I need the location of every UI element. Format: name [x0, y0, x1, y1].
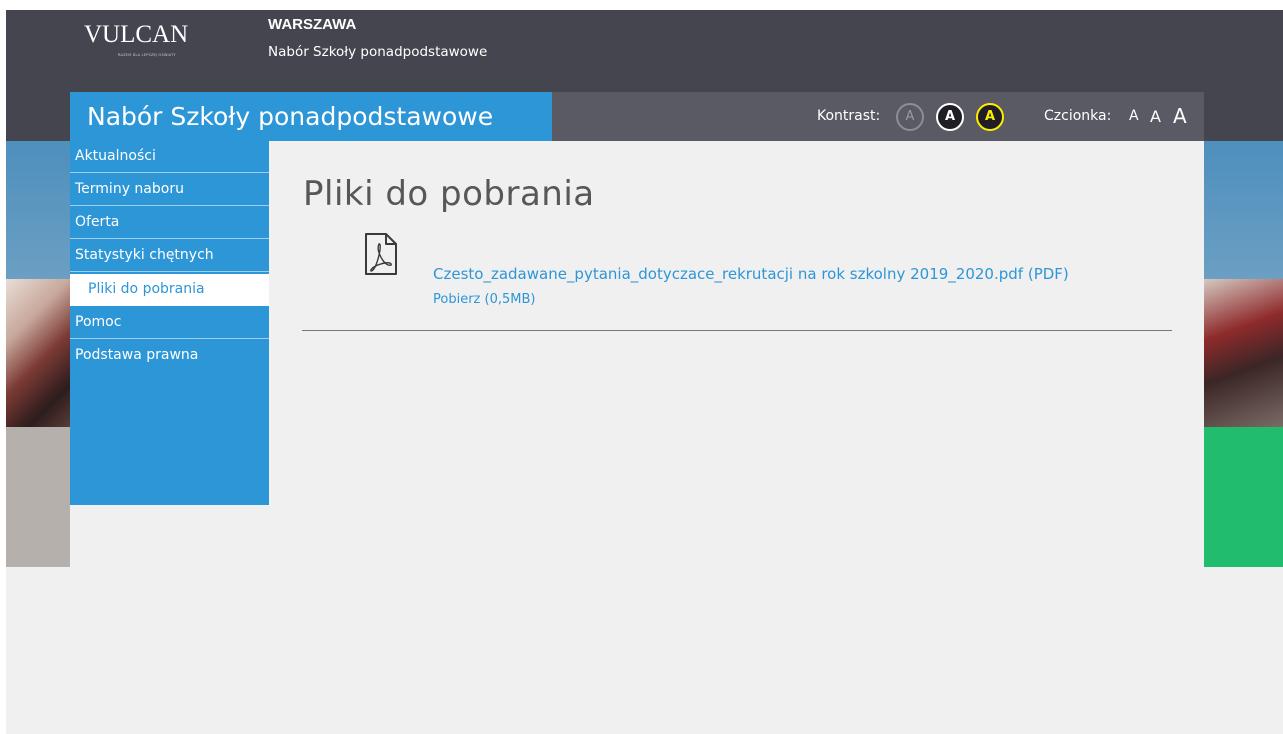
banner-block-left [6, 427, 70, 567]
download-size-link[interactable]: Pobierz (0,5MB) [433, 291, 535, 309]
contrast-white-button[interactable]: A [936, 103, 964, 131]
banner-photo-right [1204, 279, 1283, 427]
contrast-default-button[interactable]: A [896, 103, 924, 131]
font-medium-button[interactable]: A [1150, 92, 1161, 141]
side-navigation: Aktualności Terminy naboru Oferta Statys… [70, 141, 269, 505]
contrast-label: Kontrast: [817, 108, 881, 124]
nav-item-pomoc[interactable]: Pomoc [70, 307, 269, 339]
logo-wordmark: VULCAN [84, 21, 189, 48]
page-title: Pliki do pobrania [303, 174, 595, 214]
divider [302, 330, 1172, 331]
file-download-link[interactable]: Czesto_zadawane_pytania_dotyczace_rekrut… [433, 263, 1069, 285]
nav-item-aktualnosci[interactable]: Aktualności [70, 141, 269, 173]
vulcan-logo[interactable]: VULCAN RAZEM DLA LEPSZEJ OŚWIATY [84, 20, 214, 60]
logo-tagline: RAZEM DLA LEPSZEJ OŚWIATY [118, 53, 176, 57]
contrast-yellow-button[interactable]: A [976, 103, 1004, 131]
site-title: Nabór Szkoły ponadpodstawowe [70, 92, 552, 141]
nav-item-pliki-do-pobrania[interactable]: Pliki do pobrania [70, 274, 269, 306]
font-small-button[interactable]: A [1129, 92, 1139, 141]
city-name: WARSZAWA [268, 16, 357, 33]
nav-item-oferta[interactable]: Oferta [70, 207, 269, 239]
pdf-file-icon[interactable] [364, 232, 398, 276]
font-size-label: Czcionka: [1044, 108, 1112, 124]
header-subtitle: Nabór Szkoły ponadpodstawowe [268, 44, 488, 60]
nav-item-podstawa-prawna[interactable]: Podstawa prawna [70, 340, 269, 372]
title-bar: Nabór Szkoły ponadpodstawowe Kontrast: A… [70, 92, 1204, 141]
banner-photo-left [6, 279, 70, 427]
banner-block-right [1204, 427, 1283, 567]
nav-item-terminy-naboru[interactable]: Terminy naboru [70, 174, 269, 206]
font-large-button[interactable]: A [1173, 92, 1187, 141]
nav-item-statystyki[interactable]: Statystyki chętnych [70, 240, 269, 272]
